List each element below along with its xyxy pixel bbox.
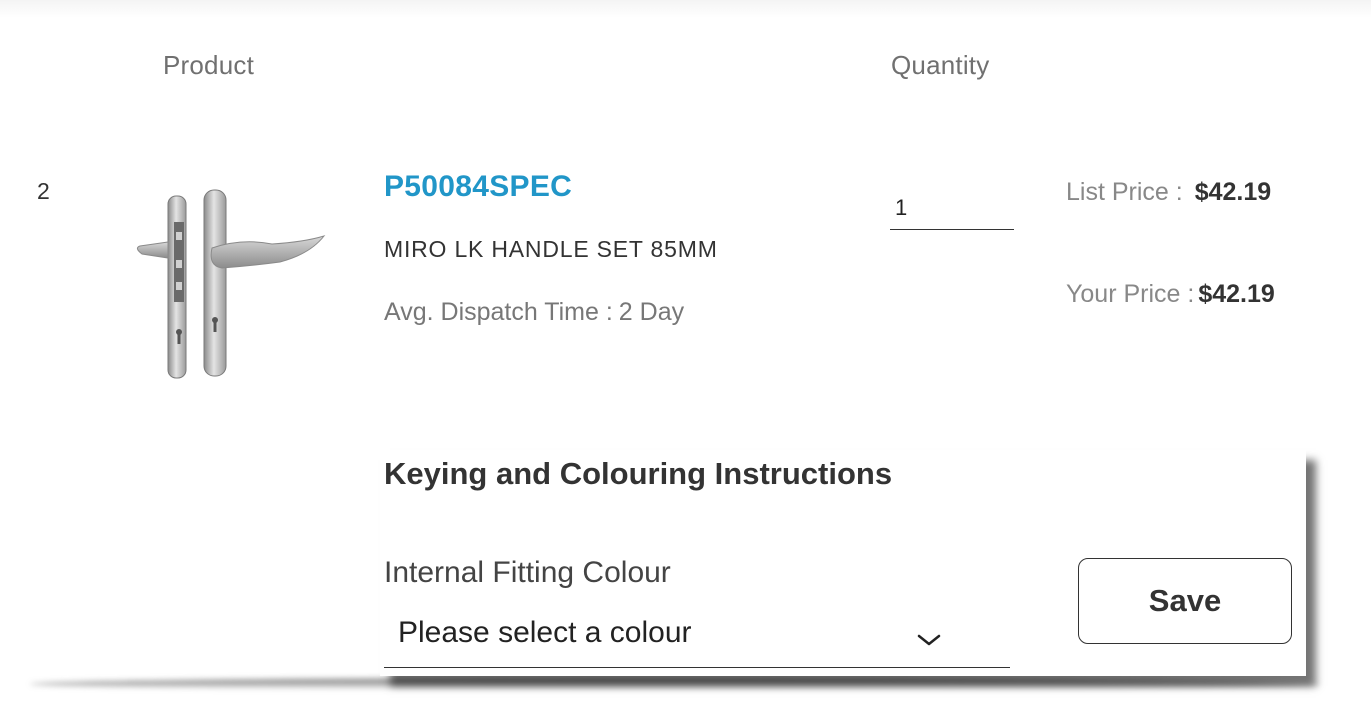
save-button[interactable]: Save [1078, 558, 1292, 644]
list-price: List Price : $42.19 [1066, 178, 1271, 207]
product-name: MIRO LK HANDLE SET 85MM [384, 236, 718, 262]
dispatch-time-value: 2 Day [618, 298, 685, 326]
column-header-product: Product [163, 50, 255, 80]
dispatch-time-label: Avg. Dispatch Time : [384, 298, 613, 326]
keying-instructions-panel: Keying and Colouring Instructions Intern… [380, 450, 1306, 676]
select-value: Please select a colour [398, 616, 692, 649]
your-price-label: Your Price : [1066, 280, 1195, 308]
product-sku-link[interactable]: P50084SPEC [384, 170, 572, 204]
list-price-value: $42.19 [1194, 178, 1272, 206]
door-handle-set-image[interactable] [112, 182, 330, 382]
cart-page: Product Quantity 2 P50084SPEC MIRO LK HA… [0, 0, 1371, 702]
list-price-label: List Price : [1066, 178, 1183, 206]
internal-fitting-colour-select[interactable]: Please select a colour [384, 610, 1010, 668]
panel-shadow [30, 678, 1320, 690]
your-price-value: $42.19 [1198, 280, 1275, 308]
your-price: Your Price : $42.19 [1066, 280, 1275, 309]
quantity-input[interactable] [890, 180, 1014, 230]
internal-fitting-colour-label: Internal Fitting Colour [384, 556, 671, 589]
chevron-down-icon [917, 634, 941, 646]
dispatch-time: Avg. Dispatch Time :2 Day [384, 298, 684, 327]
line-item-index: 2 [37, 178, 50, 204]
column-header-quantity: Quantity [891, 50, 990, 80]
top-divider [0, 0, 1371, 18]
panel-title: Keying and Colouring Instructions [384, 456, 893, 491]
